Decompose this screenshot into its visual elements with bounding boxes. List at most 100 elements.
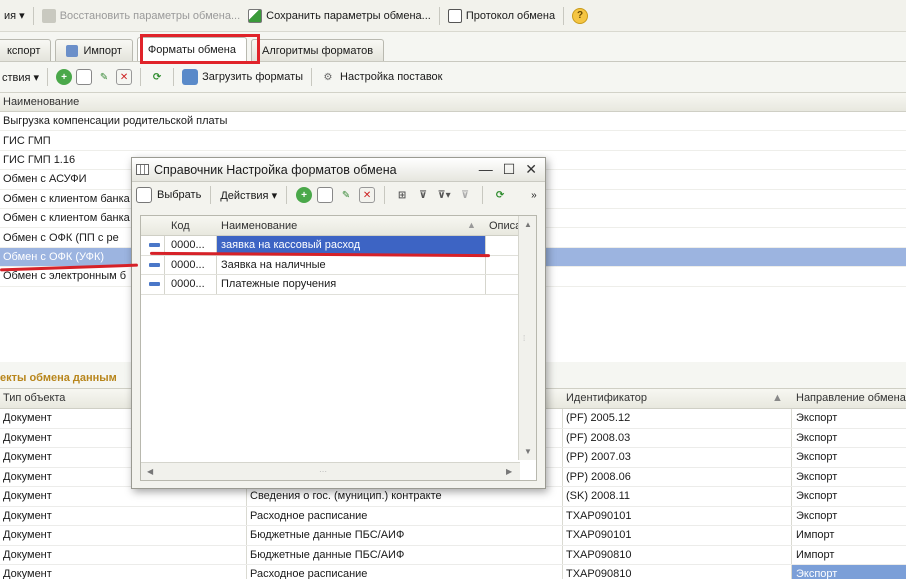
- edit-icon[interactable]: ✎: [338, 187, 354, 203]
- cell-name: Сведения о гос. (муницип.) контракте: [250, 490, 442, 502]
- sort-icon: ▲: [467, 220, 476, 230]
- tab-strip: кспорт Импорт Форматы обмена Алгоритмы ф…: [0, 36, 906, 62]
- scroll-left-icon[interactable]: ◀: [147, 467, 153, 476]
- dialog-actions-menu[interactable]: Действия ▾: [220, 189, 277, 202]
- cell-direction: Экспорт: [796, 509, 838, 522]
- add-icon[interactable]: +: [296, 187, 313, 203]
- cell-direction: Экспорт: [796, 451, 838, 463]
- select-icon: [136, 187, 152, 203]
- tab-export[interactable]: кспорт: [0, 39, 52, 61]
- list-item-label: Обмен с ОФК (УФК): [3, 250, 105, 263]
- save-params-button[interactable]: Сохранить параметры обмена...: [244, 5, 435, 27]
- column-header-id[interactable]: Идентификатор: [566, 392, 647, 404]
- table-row[interactable]: 0000... Платежные поручения: [141, 275, 536, 295]
- tab-formats[interactable]: Форматы обмена: [136, 37, 247, 61]
- cell-direction: Экспорт: [796, 568, 838, 579]
- save-params-icon: [248, 8, 263, 23]
- formats-list-header[interactable]: Наименование: [0, 93, 906, 112]
- formats-actions-menu[interactable]: ствия ▾: [0, 71, 39, 84]
- separator: [311, 68, 313, 86]
- cell-direction: Импорт: [796, 529, 835, 541]
- restore-params-button[interactable]: Восстановить параметры обмена...: [38, 5, 244, 27]
- tab-algorithms[interactable]: Алгоритмы форматов: [251, 39, 385, 61]
- tab-formats-label: Форматы обмена: [147, 43, 236, 56]
- load-formats-button[interactable]: Загрузить форматы: [202, 71, 303, 83]
- scroll-up-icon[interactable]: ▲: [524, 220, 532, 229]
- filter-icon[interactable]: ⊽: [415, 187, 431, 203]
- command-bar: ия ▾ Восстановить параметры обмена... Со…: [0, 0, 906, 32]
- table-row[interactable]: Документ Бюджетные данные ПБС/АИФ TXAP0901…: [0, 526, 906, 546]
- refresh-icon[interactable]: ⟳: [149, 69, 165, 85]
- protocol-button[interactable]: Протокол обмена: [444, 5, 559, 27]
- cell-id: TXAP090101: [566, 529, 632, 541]
- separator: [47, 68, 49, 86]
- column-header-direction[interactable]: Направление обмена: [796, 392, 906, 404]
- supply-settings-button[interactable]: Настройка поставок: [340, 71, 442, 83]
- settings-icon: ⚙: [323, 71, 333, 83]
- dialog-title-bar[interactable]: Справочник Настройка форматов обмена — ☐…: [132, 158, 545, 182]
- restore-params-label: Восстановить параметры обмена...: [59, 9, 241, 22]
- separator: [286, 186, 288, 204]
- separator: [438, 6, 440, 25]
- table-row[interactable]: Документ Расходное расписание TXAP090810 Эк…: [0, 565, 906, 579]
- list-item-label: Выгрузка компенсации родительской платы: [3, 115, 228, 128]
- tab-import[interactable]: Импорт: [55, 39, 133, 61]
- table-icon: [136, 164, 149, 175]
- select-button[interactable]: Выбрать: [157, 189, 201, 201]
- table-row[interactable]: 0000... Заявка на наличные: [141, 256, 536, 275]
- table-row[interactable]: Документ Бюджетные данные ПБС/АИФ TXAP0908…: [0, 546, 906, 565]
- delete-icon[interactable]: ✕: [359, 187, 376, 203]
- cell-type: Документ: [3, 548, 52, 561]
- list-item[interactable]: Выгрузка компенсации родительской платы: [0, 112, 906, 132]
- table-row[interactable]: Документ Расходное расписание TXAP090101 Эк…: [0, 507, 906, 526]
- column-header-code[interactable]: Код: [171, 220, 190, 232]
- refresh-icon[interactable]: ⟳: [492, 187, 508, 203]
- list-item-label: Обмен с клиентом банка: [3, 212, 130, 225]
- actions-menu[interactable]: ия ▾: [0, 5, 29, 27]
- list-item[interactable]: ГИС ГМП: [0, 131, 906, 151]
- copy-icon[interactable]: [317, 187, 334, 203]
- cell-id: (PF) 2005.12: [566, 412, 631, 424]
- delete-icon[interactable]: ✕: [116, 69, 133, 85]
- help-icon: ?: [572, 7, 589, 24]
- more-icon[interactable]: »: [531, 190, 537, 201]
- catalog-item-icon: [149, 243, 160, 247]
- cell-id: TXAP090810: [566, 568, 632, 579]
- cell-type: Документ: [3, 431, 52, 444]
- list-item-label: Обмен с АСУФИ: [3, 173, 87, 186]
- cell-type: Документ: [3, 470, 52, 483]
- maximize-icon[interactable]: ☐: [503, 161, 516, 178]
- minimize-icon[interactable]: —: [479, 161, 493, 178]
- scroll-thumb-icon[interactable]: ⋯: [319, 467, 327, 476]
- save-params-label: Сохранить параметры обмена...: [266, 9, 431, 22]
- protocol-icon: [447, 8, 462, 23]
- scroll-thumb-icon[interactable]: ⁞: [523, 334, 525, 343]
- column-header-description[interactable]: Описа: [489, 220, 521, 232]
- list-item-label: ГИС ГМП: [3, 134, 51, 147]
- help-button[interactable]: ?: [568, 5, 592, 27]
- cell-id: (PP) 2008.06: [566, 470, 631, 483]
- filter-list-icon[interactable]: ⊞: [394, 187, 410, 203]
- add-icon[interactable]: +: [56, 69, 73, 85]
- scroll-right-icon[interactable]: ▶: [506, 467, 512, 476]
- table-row[interactable]: Документ Сведения о гос. (муницип.) контр…: [0, 487, 906, 507]
- formats-toolbar: ствия ▾ + ✎ ✕ ⟳ Загрузить форматы ⚙ Наст…: [0, 66, 906, 88]
- cell-name: Бюджетные данные ПБС/АИФ: [250, 548, 405, 561]
- cell-direction: Импорт: [796, 548, 835, 561]
- cell-direction: Экспорт: [796, 490, 838, 502]
- cell-type: Документ: [3, 568, 52, 579]
- edit-icon[interactable]: ✎: [96, 69, 112, 85]
- horizontal-scrollbar[interactable]: ◀ ⋯ ▶: [141, 462, 520, 480]
- close-icon[interactable]: ✕: [525, 161, 537, 178]
- column-header-name[interactable]: Наименование: [221, 220, 297, 232]
- scroll-down-icon[interactable]: ▼: [524, 447, 532, 456]
- list-item-label: ГИС ГМП 1.16: [3, 153, 76, 166]
- column-header-type[interactable]: Тип объекта: [3, 392, 65, 404]
- separator: [482, 186, 484, 204]
- cell-id: (PF) 2008.03: [566, 431, 631, 444]
- vertical-scrollbar[interactable]: ▲ ⁞ ▼: [518, 216, 536, 460]
- tab-export-label: кспорт: [7, 44, 41, 57]
- copy-icon[interactable]: [76, 69, 93, 85]
- clear-filter-icon[interactable]: ⊽: [457, 187, 473, 203]
- filter-dropdown-icon[interactable]: ⊽▾: [436, 187, 452, 203]
